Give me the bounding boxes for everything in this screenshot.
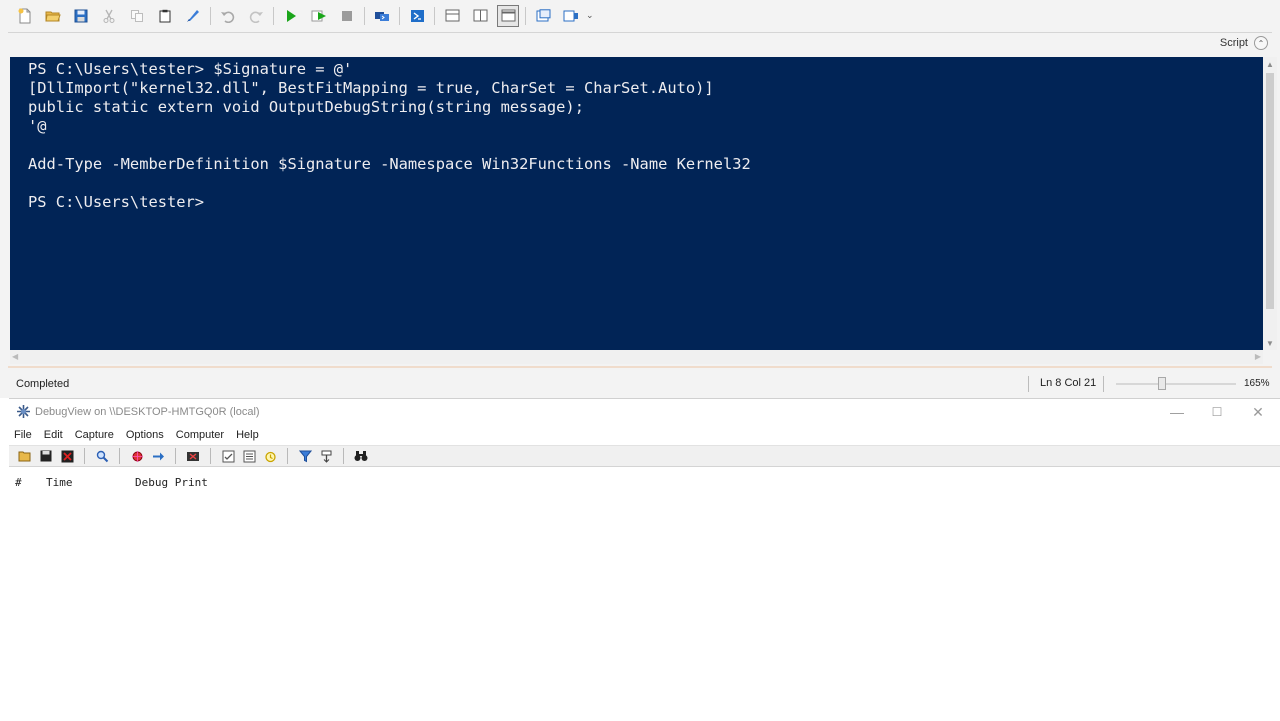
filter-icon[interactable] bbox=[296, 447, 314, 465]
run-script-icon[interactable] bbox=[280, 5, 302, 27]
toolbar-divider bbox=[8, 32, 1272, 33]
undo-icon[interactable] bbox=[217, 5, 239, 27]
clock-time-icon[interactable] bbox=[219, 447, 237, 465]
console-line: public static extern void OutputDebugStr… bbox=[28, 98, 584, 116]
console-pane[interactable]: PS C:\Users\tester> $Signature = @' [DllI… bbox=[10, 57, 1263, 350]
status-separator bbox=[1028, 376, 1029, 392]
clear-console-icon[interactable] bbox=[182, 5, 204, 27]
highlight-icon[interactable] bbox=[261, 447, 279, 465]
show-script-pane-toggle[interactable]: Script ⌃ bbox=[1220, 35, 1268, 51]
menu-edit[interactable]: Edit bbox=[44, 429, 63, 441]
scroll-left-icon[interactable]: ◀ bbox=[12, 350, 18, 364]
open-icon[interactable] bbox=[16, 447, 34, 465]
paste-icon[interactable] bbox=[154, 5, 176, 27]
capture-kernel-icon[interactable] bbox=[184, 447, 202, 465]
menu-help[interactable]: Help bbox=[236, 429, 259, 441]
autoscroll-icon[interactable] bbox=[149, 447, 167, 465]
show-command-window-icon[interactable] bbox=[532, 5, 554, 27]
show-script-maximized-icon[interactable] bbox=[497, 4, 519, 27]
debugview-column-header: # Time Debug Print bbox=[9, 473, 1280, 491]
column-header-time[interactable]: Time bbox=[46, 476, 73, 489]
pane-splitter[interactable] bbox=[8, 366, 1272, 368]
show-milliseconds-icon[interactable] bbox=[240, 447, 258, 465]
toolbar-separator bbox=[434, 6, 435, 25]
debugview-title-bar[interactable]: DebugView on \\DESKTOP-HMTGQ0R (local) —… bbox=[9, 399, 1280, 425]
ise-toolbar: ⌄ bbox=[0, 3, 1280, 28]
show-script-top-icon[interactable] bbox=[441, 5, 463, 27]
scroll-up-icon[interactable]: ▲ bbox=[1263, 59, 1277, 71]
show-script-right-icon[interactable] bbox=[469, 5, 491, 27]
toolbar-separator bbox=[273, 6, 274, 25]
minimize-button[interactable]: — bbox=[1162, 401, 1192, 423]
cut-icon[interactable] bbox=[98, 5, 120, 27]
toolbar-separator bbox=[399, 6, 400, 25]
debugview-window: DebugView on \\DESKTOP-HMTGQ0R (local) —… bbox=[9, 398, 1280, 721]
console-horizontal-scrollbar[interactable]: ◀ ▶ bbox=[10, 350, 1263, 364]
window-title: DebugView on \\DESKTOP-HMTGQ0R (local) bbox=[35, 406, 260, 418]
maximize-button[interactable]: ☐ bbox=[1202, 401, 1232, 423]
toolbar-separator bbox=[210, 448, 211, 464]
zoom-slider[interactable] bbox=[1116, 383, 1236, 385]
menu-file[interactable]: File bbox=[14, 429, 32, 441]
console-vertical-scrollbar[interactable]: ▲ ▼ bbox=[1263, 57, 1277, 350]
binoculars-icon[interactable] bbox=[352, 447, 370, 465]
history-depth-icon[interactable] bbox=[317, 447, 335, 465]
status-text: Completed bbox=[16, 378, 70, 390]
cursor-position: Ln 8 Col 21 bbox=[1040, 377, 1097, 389]
toolbar-separator bbox=[175, 448, 176, 464]
find-icon[interactable] bbox=[93, 447, 111, 465]
desktop-edge bbox=[0, 398, 9, 720]
scrollbar-thumb[interactable] bbox=[1266, 73, 1274, 309]
zoom-slider-thumb[interactable] bbox=[1157, 377, 1166, 390]
toolbar-separator bbox=[525, 6, 526, 25]
toolbar-separator bbox=[119, 448, 120, 464]
scroll-down-icon[interactable]: ▼ bbox=[1263, 338, 1277, 350]
scroll-right-icon[interactable]: ▶ bbox=[1255, 350, 1261, 364]
toolbar-overflow[interactable]: ⌄ bbox=[586, 10, 594, 21]
console-line: PS C:\Users\tester> $Signature = @' bbox=[28, 60, 353, 78]
debugview-menu-bar: File Edit Capture Options Computer Help bbox=[9, 426, 1280, 444]
status-separator bbox=[1103, 376, 1104, 392]
new-file-icon[interactable] bbox=[14, 5, 36, 27]
open-folder-icon[interactable] bbox=[42, 5, 64, 27]
ise-status-bar: Completed Ln 8 Col 21 165% bbox=[0, 372, 1280, 396]
menu-capture[interactable]: Capture bbox=[75, 429, 114, 441]
column-header-number[interactable]: # bbox=[15, 476, 22, 489]
clear-display-icon[interactable] bbox=[58, 447, 76, 465]
zoom-level: 165% bbox=[1244, 378, 1270, 389]
redo-icon[interactable] bbox=[245, 5, 267, 27]
copy-icon[interactable] bbox=[126, 5, 148, 27]
console-line: [DllImport("kernel32.dll", BestFitMappin… bbox=[28, 79, 714, 97]
show-command-addon-icon[interactable] bbox=[560, 5, 582, 27]
save-icon[interactable] bbox=[37, 447, 55, 465]
column-header-debug-print[interactable]: Debug Print bbox=[135, 476, 208, 489]
remote-powershell-icon[interactable] bbox=[371, 5, 393, 27]
chevron-up-icon[interactable]: ⌃ bbox=[1254, 36, 1268, 50]
menu-options[interactable]: Options bbox=[126, 429, 164, 441]
script-toggle-label: Script bbox=[1219, 37, 1248, 49]
toolbar-separator bbox=[210, 6, 211, 25]
toolbar-separator bbox=[287, 448, 288, 464]
toolbar-separator bbox=[343, 448, 344, 464]
debugview-app-icon bbox=[16, 404, 31, 422]
capture-icon[interactable] bbox=[128, 447, 146, 465]
close-button[interactable]: ✕ bbox=[1243, 401, 1273, 423]
stop-icon[interactable] bbox=[336, 5, 358, 27]
save-icon[interactable] bbox=[70, 5, 92, 27]
start-powershell-icon[interactable] bbox=[406, 5, 428, 27]
run-selection-icon[interactable] bbox=[308, 5, 330, 27]
console-line: PS C:\Users\tester> bbox=[28, 193, 205, 211]
toolbar-separator bbox=[364, 6, 365, 25]
toolbar-separator bbox=[84, 448, 85, 464]
debugview-toolbar bbox=[9, 445, 1280, 467]
powershell-ise-window: ⌄ Script ⌃ PS C:\Users\tester> $Signatur… bbox=[0, 0, 1280, 399]
debug-output-list[interactable] bbox=[9, 491, 1280, 721]
console-line: '@ bbox=[28, 117, 47, 135]
menu-computer[interactable]: Computer bbox=[176, 429, 224, 441]
console-line: Add-Type -MemberDefinition $Signature -N… bbox=[28, 155, 751, 173]
